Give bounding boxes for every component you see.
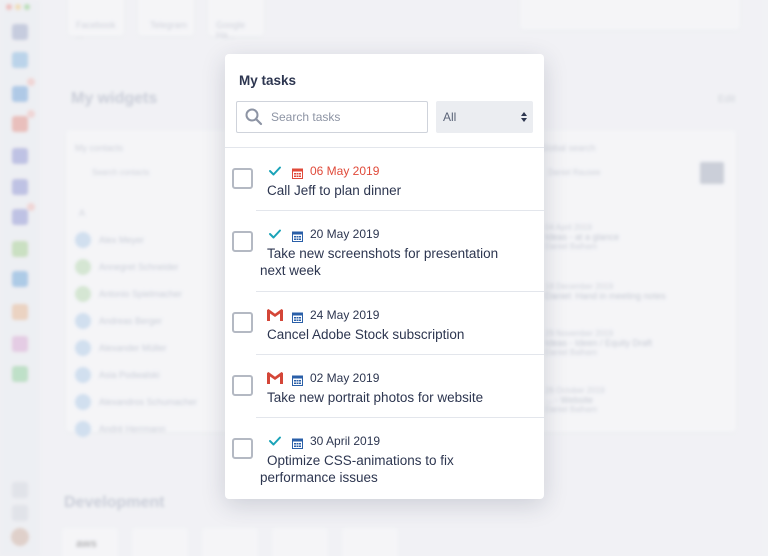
task-due-date: 02 May 2019 bbox=[310, 371, 380, 385]
task-checkbox[interactable] bbox=[232, 168, 253, 189]
task-title: Optimize CSS-animations to fix bbox=[267, 453, 454, 468]
calendar-icon bbox=[292, 166, 303, 179]
app-window: Facebook ... Telegram Google Ha... My wi… bbox=[0, 0, 768, 556]
checkmark-icon bbox=[267, 164, 283, 178]
task-checkbox[interactable] bbox=[232, 438, 253, 459]
task-title: Cancel Adobe Stock subscription bbox=[267, 327, 465, 342]
gmail-icon bbox=[267, 308, 283, 322]
task-row[interactable]: 24 May 2019 Cancel Adobe Stock subscripti… bbox=[225, 292, 544, 355]
task-due-date: 24 May 2019 bbox=[310, 308, 380, 322]
task-title: Take new screenshots for presentation bbox=[267, 246, 499, 261]
filter-select[interactable]: All bbox=[436, 101, 533, 133]
task-meta: 06 May 2019 bbox=[267, 164, 380, 179]
task-due-date: 30 April 2019 bbox=[310, 434, 381, 448]
task-checkbox[interactable] bbox=[232, 375, 253, 396]
task-row[interactable]: 02 May 2019 Take new portrait photos for … bbox=[225, 355, 544, 418]
task-due-date: 20 May 2019 bbox=[310, 227, 380, 241]
task-title: performance issues bbox=[260, 470, 378, 485]
task-title: next week bbox=[260, 263, 321, 278]
task-title: Call Jeff to plan dinner bbox=[267, 183, 402, 198]
my-tasks-modal: My tasks All 06 May 2019 Call Jeff to pla… bbox=[225, 54, 544, 499]
task-meta: 20 May 2019 bbox=[267, 227, 380, 242]
select-arrows-icon bbox=[521, 111, 527, 123]
task-checkbox[interactable] bbox=[232, 231, 253, 252]
task-meta: 02 May 2019 bbox=[267, 371, 380, 386]
calendar-icon bbox=[292, 373, 303, 386]
checkmark-icon bbox=[267, 434, 283, 448]
checkmark-icon bbox=[267, 227, 283, 241]
task-meta: 24 May 2019 bbox=[267, 308, 380, 323]
task-row[interactable]: 20 May 2019 Take new screenshots for pres… bbox=[225, 211, 544, 292]
task-meta: 30 April 2019 bbox=[267, 434, 381, 449]
task-row[interactable]: 06 May 2019 Call Jeff to plan dinner bbox=[225, 148, 544, 211]
calendar-icon bbox=[292, 436, 303, 449]
task-checkbox[interactable] bbox=[232, 312, 253, 333]
calendar-icon bbox=[292, 229, 303, 242]
task-search-field[interactable] bbox=[236, 101, 428, 133]
calendar-icon bbox=[292, 310, 303, 323]
gmail-icon bbox=[267, 371, 283, 385]
modal-title: My tasks bbox=[239, 73, 297, 88]
task-row[interactable]: 30 April 2019 Optimize CSS-animations to … bbox=[225, 418, 544, 499]
task-due-date: 06 May 2019 bbox=[310, 164, 380, 178]
search-icon bbox=[245, 108, 263, 126]
search-input[interactable] bbox=[271, 110, 421, 124]
task-title: Take new portrait photos for website bbox=[267, 390, 484, 405]
filter-value: All bbox=[443, 110, 457, 124]
